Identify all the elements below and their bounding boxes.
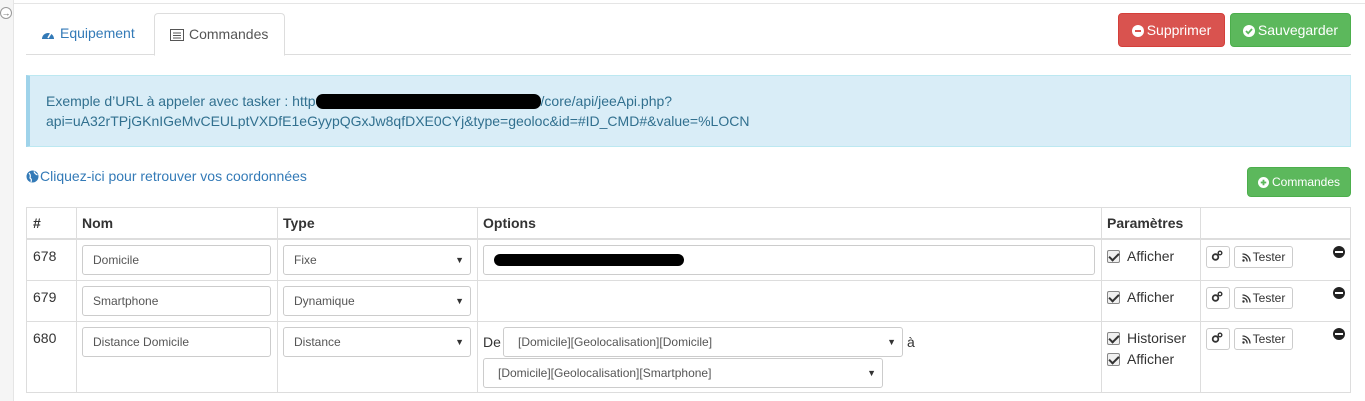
name-input[interactable]: Smartphone bbox=[82, 286, 271, 316]
historiser-label: Historiser bbox=[1127, 330, 1187, 346]
test-button-label: Tester bbox=[1252, 250, 1286, 264]
remove-row-icon[interactable] bbox=[1333, 246, 1345, 258]
col-divider bbox=[1200, 208, 1201, 392]
type-select-value: Fixe bbox=[294, 253, 317, 267]
test-button-label: Tester bbox=[1252, 291, 1286, 305]
cogs-icon bbox=[1211, 332, 1223, 343]
chevron-down-icon: ▼ bbox=[867, 368, 876, 378]
add-commands-label: Commandes bbox=[1271, 175, 1341, 189]
col-divider bbox=[1101, 208, 1102, 392]
tab-equipement[interactable]: Equipement bbox=[26, 13, 150, 55]
type-select-value: Dynamique bbox=[294, 294, 355, 308]
header-nom: Nom bbox=[82, 215, 114, 231]
redacted-host bbox=[315, 94, 541, 109]
list-alt-icon bbox=[170, 29, 184, 41]
test-button[interactable]: Tester bbox=[1234, 246, 1293, 268]
tab-commandes[interactable]: Commandes bbox=[154, 13, 285, 56]
row-id: 678 bbox=[33, 248, 57, 264]
check-circle-icon bbox=[1242, 25, 1255, 37]
coordinates-input[interactable] bbox=[483, 245, 1095, 275]
afficher-checkbox[interactable]: Afficher bbox=[1107, 351, 1174, 367]
rss-icon bbox=[1241, 294, 1251, 303]
from-select-value: [Domicile][Geolocalisation][Domicile] bbox=[518, 335, 713, 349]
remove-row-icon[interactable] bbox=[1333, 287, 1345, 299]
checkbox-checked-icon bbox=[1107, 250, 1120, 263]
afficher-label: Afficher bbox=[1127, 289, 1175, 305]
commands-table: # Nom Type Options Paramètres 678 Domici… bbox=[26, 207, 1351, 393]
to-select-value: [Domicile][Geolocalisation][Smartphone] bbox=[498, 366, 712, 380]
test-button[interactable]: Tester bbox=[1234, 328, 1293, 350]
header-type: Type bbox=[283, 215, 315, 231]
header-id: # bbox=[33, 215, 41, 231]
rss-icon bbox=[1241, 335, 1251, 344]
rss-icon bbox=[1241, 253, 1251, 262]
chevron-down-icon: ▼ bbox=[455, 296, 464, 306]
info-alert: Exemple d’URL à appeler avec tasker : ht… bbox=[26, 75, 1351, 147]
to-label: à bbox=[907, 334, 915, 350]
tab-commandes-label: Commandes bbox=[189, 26, 269, 42]
type-select[interactable]: Fixe ▼ bbox=[283, 245, 471, 275]
col-divider bbox=[477, 208, 478, 392]
add-commands-button[interactable]: Commandes bbox=[1247, 167, 1351, 197]
checkbox-checked-icon bbox=[1107, 332, 1120, 345]
historiser-checkbox[interactable]: Historiser bbox=[1107, 330, 1186, 346]
delete-button-label: Supprimer bbox=[1146, 22, 1212, 38]
row-divider bbox=[27, 321, 1350, 322]
url-prefix: Exemple d’URL à appeler avec tasker : ht… bbox=[46, 93, 316, 109]
configure-button[interactable] bbox=[1206, 246, 1230, 268]
test-button-label: Tester bbox=[1252, 332, 1286, 346]
left-collapse-strip: → bbox=[0, 0, 14, 401]
chevron-down-icon: ▼ bbox=[887, 337, 896, 347]
col-divider bbox=[277, 208, 278, 392]
url-suffix: /core/api/jeeApi.php? bbox=[540, 93, 673, 109]
tab-equipement-label: Equipement bbox=[60, 25, 135, 41]
coordinates-link[interactable]: Cliquez-ici pour retrouver vos coordonné… bbox=[26, 168, 307, 184]
afficher-label: Afficher bbox=[1127, 248, 1175, 264]
top-divider bbox=[14, 3, 1365, 4]
type-select-value: Distance bbox=[294, 335, 341, 349]
type-select[interactable]: Dynamique ▼ bbox=[283, 286, 471, 316]
url-line-2: api=uA32rTPjGKnIGeMvCEULptVXDfE1eGyypQGx… bbox=[46, 113, 750, 129]
save-button-label: Sauvegarder bbox=[1257, 22, 1339, 38]
row-id: 679 bbox=[33, 289, 57, 305]
globe-icon bbox=[26, 170, 39, 183]
name-input[interactable]: Distance Domicile bbox=[82, 327, 271, 357]
afficher-checkbox[interactable]: Afficher bbox=[1107, 248, 1174, 264]
chevron-down-icon: ▼ bbox=[455, 255, 464, 265]
save-button[interactable]: Sauvegarder bbox=[1230, 13, 1351, 47]
afficher-checkbox[interactable]: Afficher bbox=[1107, 289, 1174, 305]
cogs-icon bbox=[1211, 250, 1223, 261]
row-id: 680 bbox=[33, 330, 57, 346]
checkbox-checked-icon bbox=[1107, 353, 1120, 366]
chevron-down-icon: ▼ bbox=[455, 337, 464, 347]
afficher-label: Afficher bbox=[1127, 351, 1175, 367]
checkbox-checked-icon bbox=[1107, 291, 1120, 304]
header-parametres: Paramètres bbox=[1107, 215, 1184, 231]
minus-circle-icon bbox=[1131, 25, 1144, 37]
dashboard-icon bbox=[42, 32, 54, 39]
to-select[interactable]: [Domicile][Geolocalisation][Smartphone] ▼ bbox=[483, 358, 883, 388]
url-line-1: Exemple d’URL à appeler avec tasker : ht… bbox=[46, 91, 1334, 111]
redacted-coordinates bbox=[494, 254, 684, 266]
from-select[interactable]: [Domicile][Geolocalisation][Domicile] ▼ bbox=[503, 327, 903, 357]
cogs-icon bbox=[1211, 291, 1223, 302]
header-options: Options bbox=[483, 215, 536, 231]
plus-circle-icon bbox=[1257, 177, 1269, 188]
coordinates-link-label: Cliquez-ici pour retrouver vos coordonné… bbox=[40, 168, 307, 184]
test-button[interactable]: Tester bbox=[1234, 287, 1293, 309]
configure-button[interactable] bbox=[1206, 328, 1230, 350]
delete-button[interactable]: Supprimer bbox=[1118, 13, 1225, 47]
col-divider bbox=[76, 208, 77, 392]
configure-button[interactable] bbox=[1206, 287, 1230, 309]
row-divider bbox=[27, 280, 1350, 281]
type-select[interactable]: Distance ▼ bbox=[283, 327, 471, 357]
from-label: De bbox=[483, 334, 501, 350]
remove-row-icon[interactable] bbox=[1333, 328, 1345, 340]
name-input[interactable]: Domicile bbox=[82, 245, 271, 275]
collapse-arrow-icon[interactable]: → bbox=[0, 7, 12, 19]
